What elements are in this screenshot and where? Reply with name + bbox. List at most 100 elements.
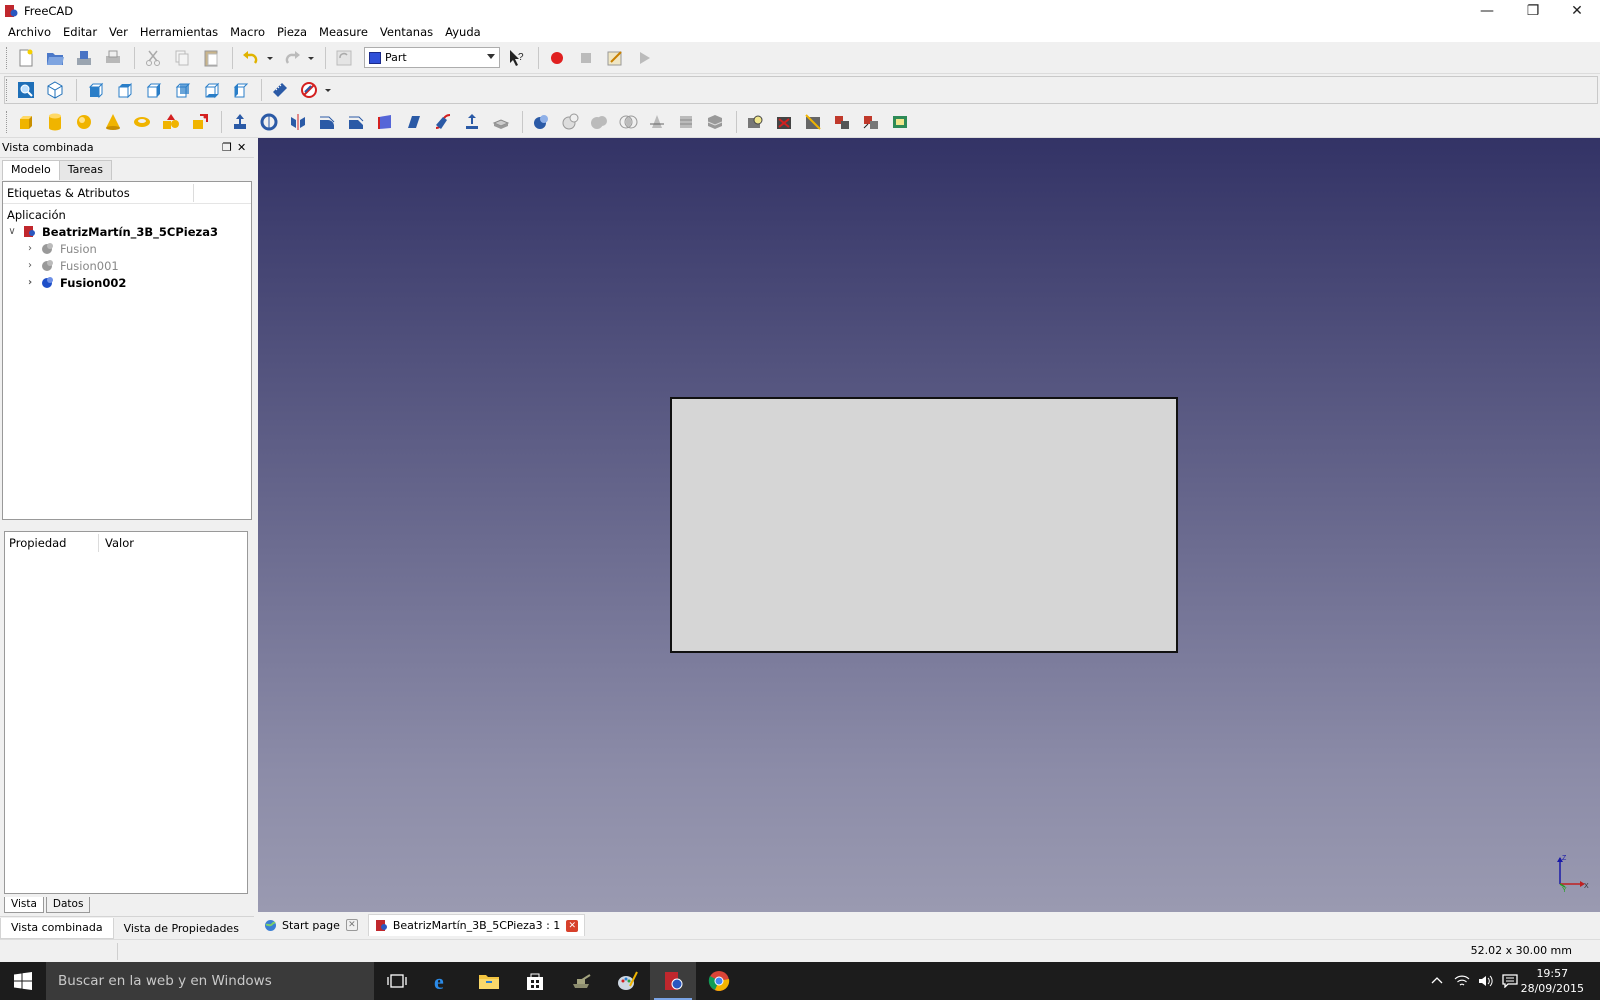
primitives-button[interactable] [158,109,184,135]
sweep-button[interactable] [430,109,456,135]
macro-stop-button[interactable] [573,45,599,71]
volume-icon[interactable] [1478,974,1494,988]
boolean-button[interactable] [528,109,554,135]
taskbar-search[interactable]: Buscar en la web y en Windows [46,962,374,1000]
chrome-app[interactable] [696,962,742,1000]
measure-button[interactable] [267,77,293,103]
menu-ver[interactable]: Ver [103,22,134,42]
paste-button[interactable] [198,45,224,71]
expand-icon[interactable]: › [25,260,35,271]
join-features-button[interactable] [887,109,913,135]
explode-compound-button[interactable] [829,109,855,135]
compound-button[interactable] [702,109,728,135]
menu-pieza[interactable]: Pieza [271,22,313,42]
cylinder-button[interactable] [42,109,68,135]
tab-vista-propiedades[interactable]: Vista de Propiedades [114,919,249,939]
cut-button[interactable] [140,45,166,71]
common-button[interactable] [615,109,641,135]
chamfer-button[interactable] [343,109,369,135]
macro-edit-button[interactable] [602,45,628,71]
menu-ventanas[interactable]: Ventanas [374,22,439,42]
paint-app[interactable] [604,962,650,1000]
clock[interactable]: 19:57 28/09/2015 [1521,966,1584,996]
save-button[interactable] [71,45,97,71]
store-app[interactable] [512,962,558,1000]
game-app[interactable] [558,962,604,1000]
menu-editar[interactable]: Editar [57,22,103,42]
tree-item[interactable]: › Fusion002 [25,274,126,291]
close-tab-icon[interactable]: ✕ [566,919,579,932]
close-tab-icon[interactable]: ✕ [345,919,358,931]
expand-icon[interactable]: › [25,243,35,254]
property-editor[interactable]: Propiedad Valor [4,531,248,894]
tab-start-page[interactable]: Start page ✕ [258,914,364,936]
tab-document[interactable]: BeatrizMartín_3B_5CPieza3 : 1 ✕ [367,914,586,936]
left-view-button[interactable] [227,77,253,103]
tab-vista-combinada[interactable]: Vista combinada [0,918,114,939]
new-button[interactable] [13,45,39,71]
macro-record-button[interactable] [544,45,570,71]
menu-measure[interactable]: Measure [313,22,374,42]
fuse-button[interactable] [586,109,612,135]
tab-tareas[interactable]: Tareas [58,160,112,180]
tab-datos[interactable]: Datos [45,897,91,913]
part-face-selection[interactable] [670,397,1178,653]
offset-button[interactable] [459,109,485,135]
menu-ayuda[interactable]: Ayuda [439,22,487,42]
3d-viewport[interactable]: Z X Y [258,138,1600,912]
tree-item[interactable]: › Fusion001 [25,257,119,274]
top-view-button[interactable] [111,77,137,103]
restore-button[interactable]: ❐ [1510,0,1556,22]
fit-all-button[interactable] [13,77,39,103]
shape-builder-button[interactable] [187,109,213,135]
menu-herramientas[interactable]: Herramientas [134,22,224,42]
bottom-view-button[interactable] [198,77,224,103]
tree-root[interactable]: Aplicación [7,206,66,223]
cone-button[interactable] [100,109,126,135]
model-tree[interactable]: Etiquetas & Atributos Aplicación ∨ Beatr… [2,181,252,520]
close-button[interactable]: ✕ [1554,0,1600,22]
open-button[interactable] [42,45,68,71]
refresh-button[interactable] [331,45,357,71]
tab-vista[interactable]: Vista [4,897,44,913]
loft-button[interactable] [401,109,427,135]
thickness-button[interactable] [488,109,514,135]
undo-dropdown[interactable] [264,45,276,71]
edge-app[interactable]: e [420,962,466,1000]
sphere-button[interactable] [71,109,97,135]
redo-dropdown[interactable] [305,45,317,71]
ruled-surface-button[interactable] [372,109,398,135]
start-button[interactable] [0,962,46,1000]
check-geometry-button[interactable] [742,109,768,135]
toolbar-grip[interactable] [6,79,9,101]
expand-icon[interactable]: › [25,277,35,288]
fillet-button[interactable] [314,109,340,135]
freecad-app[interactable] [650,962,696,1000]
box-button[interactable] [13,109,39,135]
macro-run-button[interactable] [631,45,657,71]
clear-measure-button[interactable] [296,77,322,103]
explorer-app[interactable] [466,962,512,1000]
wifi-icon[interactable] [1454,974,1470,988]
defeaturing-button[interactable] [771,109,797,135]
close-panel-icon[interactable]: ✕ [237,141,246,154]
torus-button[interactable] [129,109,155,135]
task-view-button[interactable] [374,962,420,1000]
revolve-button[interactable] [256,109,282,135]
float-panel-icon[interactable]: ❐ [222,141,232,154]
print-button[interactable] [100,45,126,71]
toolbar-grip[interactable] [6,46,9,69]
collapse-icon[interactable]: ∨ [7,226,17,237]
redo-button[interactable] [279,45,305,71]
tree-document[interactable]: ∨ BeatrizMartín_3B_5CPieza3 [7,223,218,240]
workbench-selector[interactable]: Part [364,47,500,68]
isometric-view-button[interactable] [42,77,68,103]
front-view-button[interactable] [82,77,108,103]
tab-modelo[interactable]: Modelo [2,160,60,180]
copy-button[interactable] [169,45,195,71]
toolbar-grip[interactable] [6,110,9,133]
mirror-button[interactable] [285,109,311,135]
section-button[interactable] [644,109,670,135]
tree-item[interactable]: › Fusion [25,240,97,257]
compound-filter-button[interactable] [858,109,884,135]
